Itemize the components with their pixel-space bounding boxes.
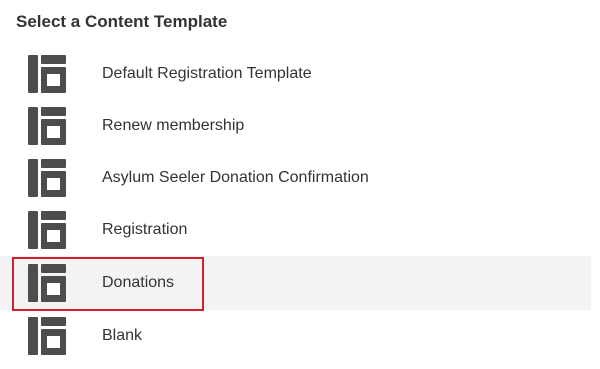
template-label: Default Registration Template: [102, 65, 312, 82]
template-label: Donations: [102, 274, 175, 291]
template-item-renew-membership[interactable]: Renew membership: [0, 100, 591, 152]
template-label: Renew membership: [102, 117, 245, 134]
template-item-default-registration[interactable]: Default Registration Template: [0, 48, 591, 100]
layout-template-icon: [27, 106, 67, 146]
layout-template-icon: [27, 316, 67, 356]
layout-template-icon: [27, 54, 67, 94]
template-label: Registration: [102, 221, 188, 238]
panel-title: Select a Content Template: [16, 12, 228, 31]
template-item-registration[interactable]: Registration: [0, 204, 591, 256]
layout-template-icon: [27, 210, 67, 250]
template-label: Blank: [102, 327, 143, 344]
template-item-donations[interactable]: Donations: [0, 256, 591, 311]
template-list: Default Registration Template Renew memb…: [0, 48, 591, 362]
template-item-asylum-seeler-donation-confirmation[interactable]: Asylum Seeler Donation Confirmation: [0, 152, 591, 204]
template-item-blank[interactable]: Blank: [0, 310, 591, 362]
layout-template-icon: [27, 158, 67, 198]
template-label: Asylum Seeler Donation Confirmation: [102, 169, 369, 186]
layout-template-icon: [27, 263, 67, 303]
